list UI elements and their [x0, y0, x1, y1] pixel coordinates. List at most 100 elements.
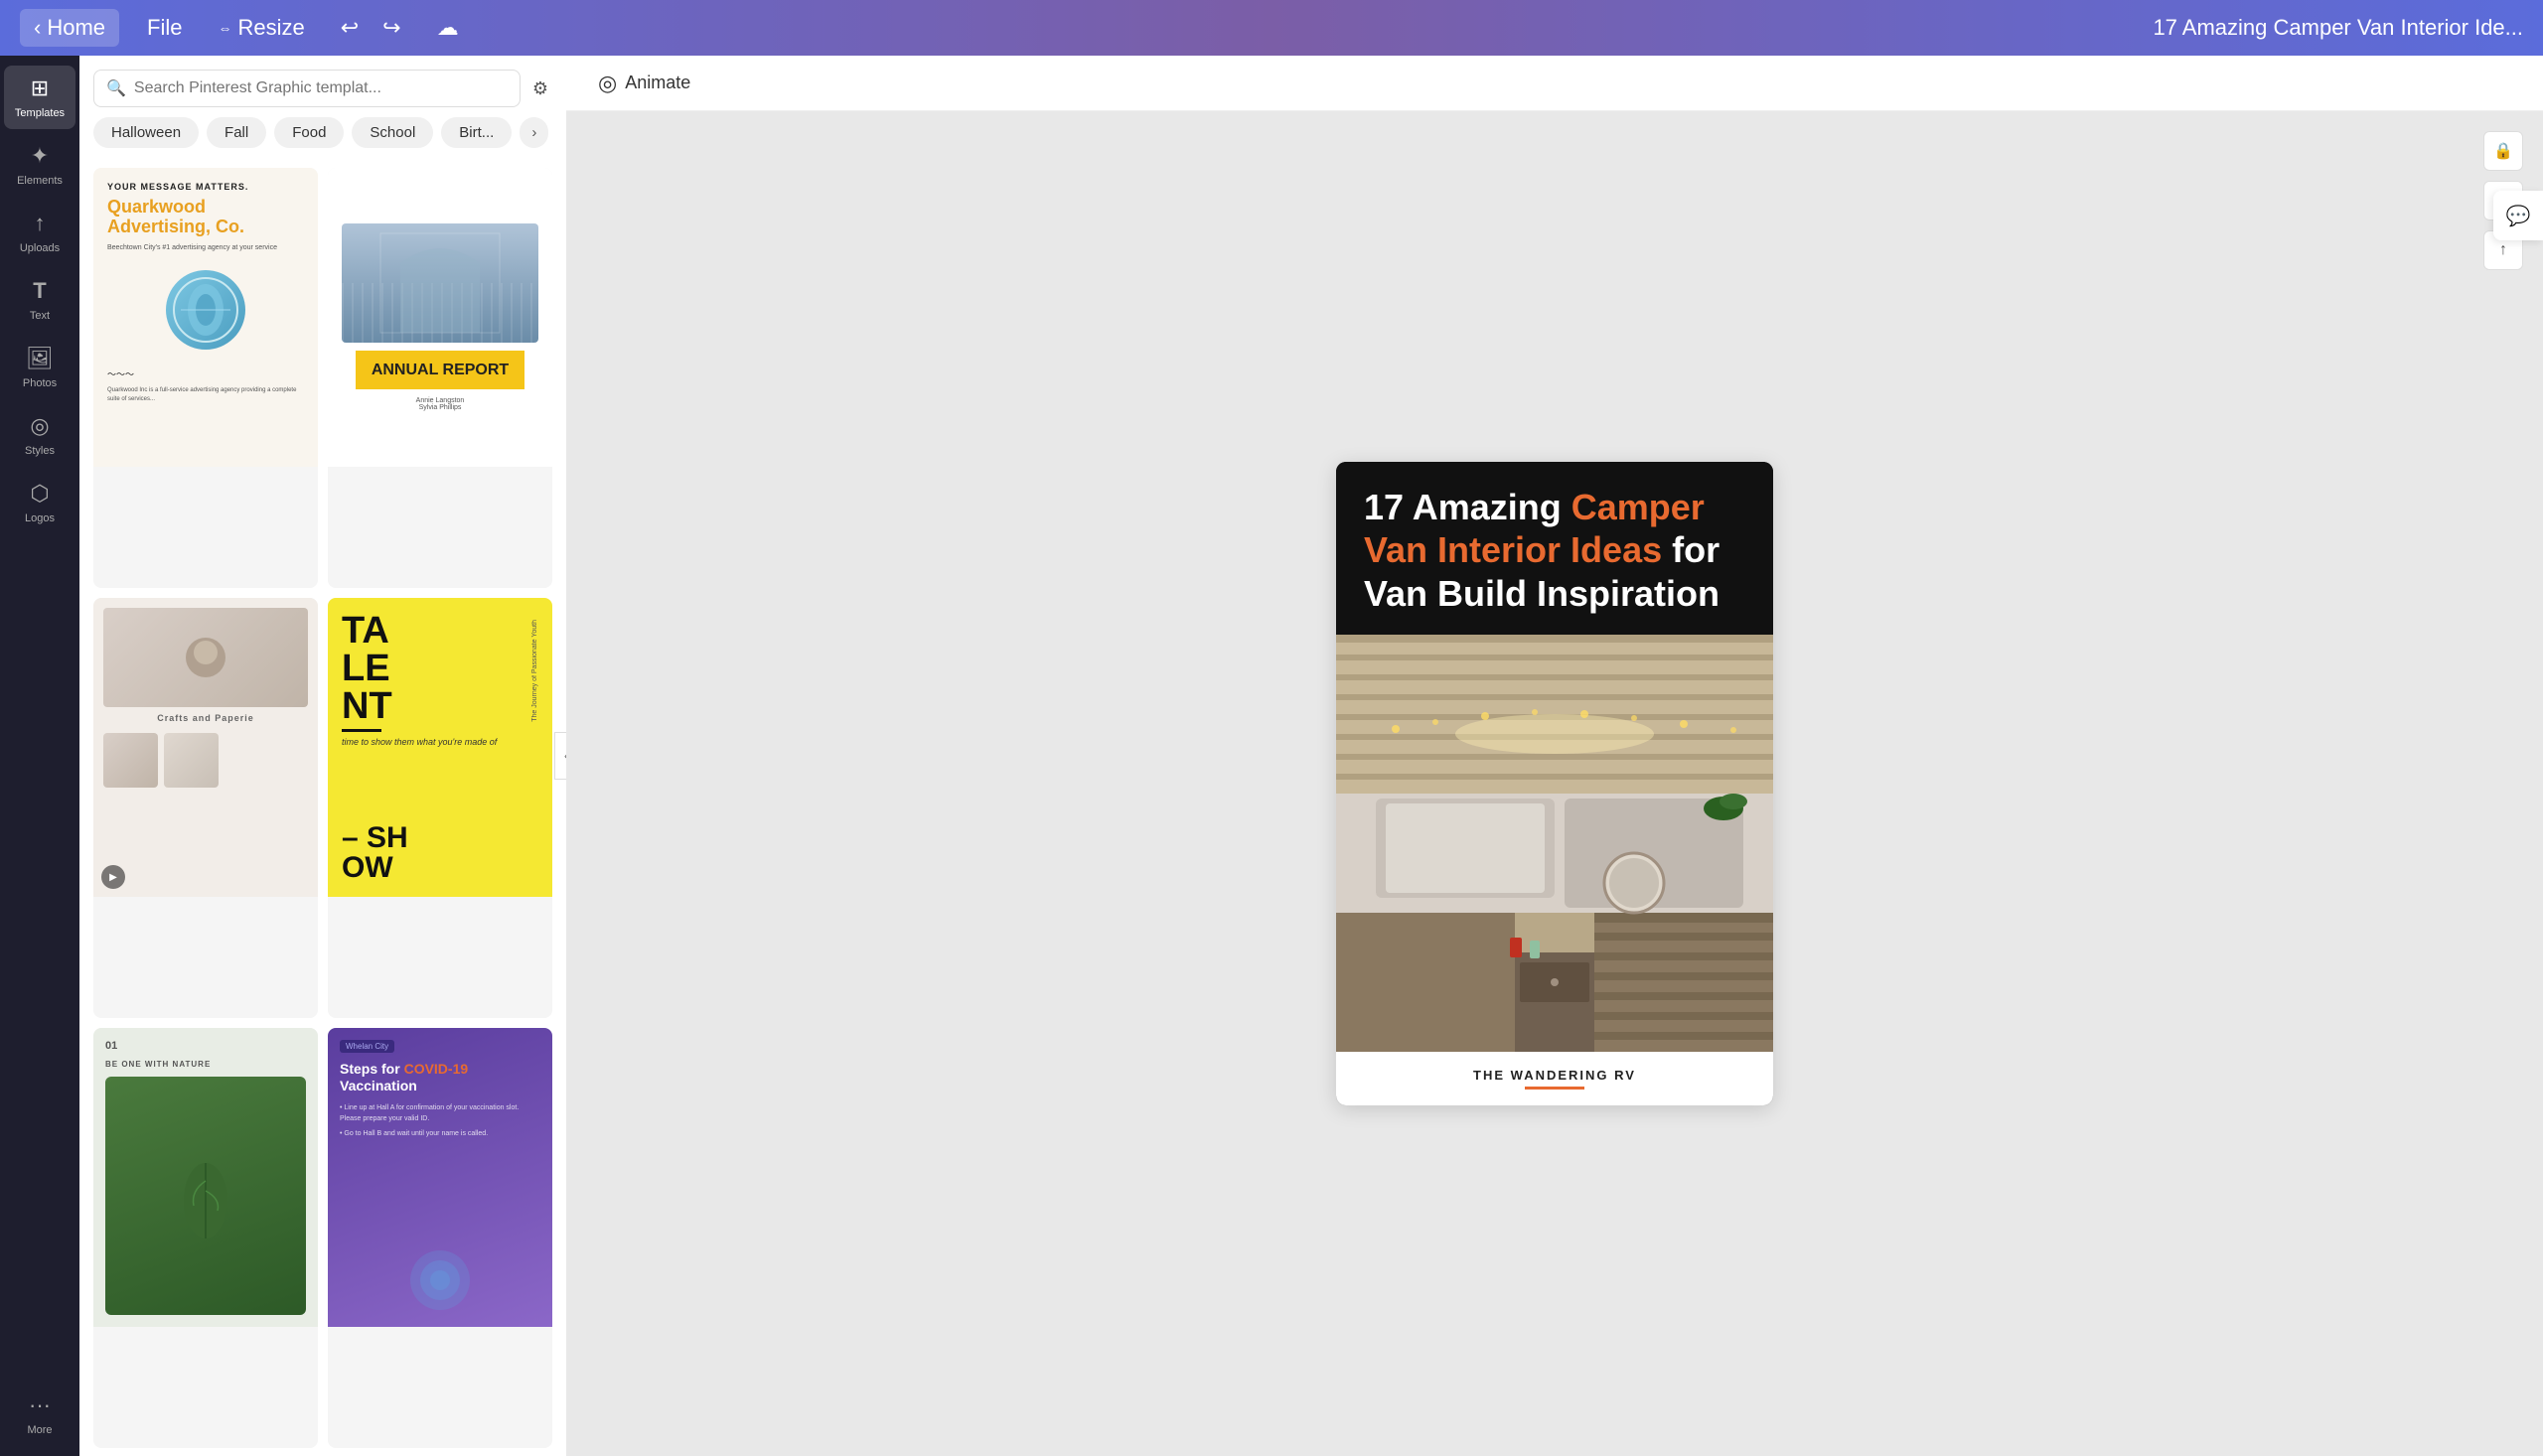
quarkwood-company: Quarkwood Advertising, Co.	[107, 198, 304, 237]
animate-icon: ◎	[598, 71, 617, 96]
tpl-annual-content: ANNUAL REPORT Annie Langston Sylvia Phil…	[328, 168, 552, 467]
pcard-title-line2: Van Interior Ideas	[1364, 529, 1662, 570]
document-title: 17 Amazing Camper Van Interior Ide...	[2153, 15, 2523, 41]
templates-grid: YOUR MESSAGE MATTERS. Quarkwood Advertis…	[79, 160, 566, 1456]
quarkwood-circle	[166, 270, 245, 350]
topbar-left: ‹ Home File ⇔ Resize ↩ ↪ ☁	[20, 9, 467, 47]
text-icon: T	[33, 278, 46, 304]
pcard-footer: THE WANDERING RV	[1336, 1052, 1773, 1105]
share-icon: ↑	[2499, 241, 2507, 259]
file-label: File	[147, 15, 182, 41]
sidebar-item-elements-label: Elements	[17, 175, 63, 187]
sidebar-icons: ⊞ Templates ✦ Elements ↑ Uploads T Text …	[0, 56, 79, 1456]
template-card-quarkwood[interactable]: YOUR MESSAGE MATTERS. Quarkwood Advertis…	[93, 168, 318, 588]
sidebar-item-text-label: Text	[30, 310, 50, 322]
tag-halloween[interactable]: Halloween	[93, 117, 199, 148]
chat-panel-button[interactable]: 💬	[2493, 191, 2543, 240]
pcard-title-orange: Camper	[1571, 487, 1705, 527]
tag-school[interactable]: School	[352, 117, 433, 148]
pcard-title-line3: Van Build Inspiration	[1364, 573, 1720, 614]
nature-tagline: BE ONE WITH NATURE	[105, 1060, 306, 1069]
sidebar-item-styles[interactable]: ◎ Styles	[4, 403, 75, 467]
resize-icon: ⇔	[218, 20, 231, 36]
cloud-icon: ☁	[437, 15, 459, 40]
pcard-footer-title: THE WANDERING RV	[1360, 1068, 1749, 1083]
talent-show-text: – SHOW	[342, 823, 538, 883]
styles-icon: ◎	[30, 413, 49, 439]
filter-button[interactable]: ⚙	[528, 74, 552, 103]
tag-fall[interactable]: Fall	[207, 117, 266, 148]
undo-button[interactable]: ↩	[333, 11, 367, 45]
redo-button[interactable]: ↪	[374, 11, 408, 45]
search-input[interactable]	[134, 79, 508, 97]
template-card-covid[interactable]: Whelan City Steps for COVID-19 Vaccinati…	[328, 1028, 552, 1448]
crafts-image	[103, 608, 308, 707]
quarkwood-tagline: Beechtown City's #1 advertising agency a…	[107, 243, 304, 253]
template-card-nature[interactable]: 01 BE ONE WITH NATURE	[93, 1028, 318, 1448]
resize-button[interactable]: ⇔ Resize	[210, 11, 312, 45]
sidebar-item-logos-label: Logos	[25, 512, 55, 524]
save-cloud-button[interactable]: ☁	[429, 11, 467, 45]
quarkwood-wave: 〜〜〜	[107, 367, 304, 380]
tag-row: Halloween Fall Food School Birt... ›	[79, 117, 566, 160]
template-card-talent[interactable]: TALENT time to show them what you're mad…	[328, 598, 552, 1018]
pinterest-card: 17 Amazing Camper Van Interior Ideas for…	[1336, 462, 1773, 1105]
back-button[interactable]: ‹ Home	[20, 9, 119, 47]
pcard-title-line1: 17 Amazing	[1364, 487, 1571, 527]
animate-button[interactable]: ◎ Animate	[586, 65, 702, 102]
pcard-footer-underline	[1525, 1087, 1584, 1090]
sidebar-item-photos[interactable]: 🖼 Photos	[4, 336, 75, 399]
logos-icon: ⬡	[30, 481, 49, 507]
sidebar-item-styles-label: Styles	[25, 445, 55, 457]
panel-collapse-handle[interactable]: ‹	[554, 732, 566, 780]
tpl-crafts-content: Crafts and Paperie	[93, 598, 318, 897]
canvas-body: 🔒 ⧉ ↑ 17 Amazing Camper Van Interior Ide…	[566, 111, 2543, 1456]
sidebar-item-more[interactable]: ··· More	[4, 1383, 75, 1446]
tpl-covid-content: Whelan City Steps for COVID-19 Vaccinati…	[328, 1028, 552, 1327]
search-input-wrap[interactable]: 🔍	[93, 70, 521, 107]
photos-icon: 🖼	[26, 346, 54, 371]
sidebar-item-templates-label: Templates	[15, 107, 65, 119]
talent-desc: time to show them what you're made of	[342, 736, 527, 750]
covid-highlight: COVID-19	[404, 1061, 469, 1077]
sidebar-item-text[interactable]: T Text	[4, 268, 75, 332]
covid-title: Steps for COVID-19 Vaccination	[340, 1061, 540, 1094]
pcard-photo	[1336, 635, 1773, 1052]
sidebar-item-uploads[interactable]: ↑ Uploads	[4, 201, 75, 264]
tag-food[interactable]: Food	[274, 117, 344, 148]
back-icon: ‹	[34, 15, 41, 41]
covid-tag: Whelan City	[340, 1040, 394, 1053]
nature-leaf-image	[105, 1077, 306, 1315]
sidebar-item-uploads-label: Uploads	[20, 242, 60, 254]
annual-meta: Annie Langston Sylvia Phillips	[416, 397, 465, 411]
undo-redo-group: ↩ ↪	[333, 11, 409, 45]
collapse-icon: ‹	[564, 749, 566, 763]
left-panel: 🔍 ⚙ Halloween Fall Food School Birt... ›…	[79, 56, 566, 1456]
talent-big-text: TALENT	[342, 612, 527, 725]
tag-more-button[interactable]: ›	[520, 117, 548, 148]
sidebar-item-elements[interactable]: ✦ Elements	[4, 133, 75, 197]
covid-bullets: • Line up at Hall A for confirmation of …	[340, 1102, 540, 1140]
sidebar-item-more-label: More	[27, 1424, 52, 1436]
template-card-annual[interactable]: ANNUAL REPORT Annie Langston Sylvia Phil…	[328, 168, 552, 588]
tpl-talent-content: TALENT time to show them what you're mad…	[328, 598, 552, 897]
quarkwood-eyebrow: YOUR MESSAGE MATTERS.	[107, 182, 304, 192]
tag-birthday[interactable]: Birt...	[441, 117, 512, 148]
sidebar-item-photos-label: Photos	[23, 377, 57, 389]
sidebar-item-logos[interactable]: ⬡ Logos	[4, 471, 75, 534]
template-card-crafts[interactable]: Crafts and Paperie ▶	[93, 598, 318, 1018]
quarkwood-body: Quarkwood Inc is a full-service advertis…	[107, 386, 304, 403]
tpl-nature-content: 01 BE ONE WITH NATURE	[93, 1028, 318, 1327]
main-layout: ⊞ Templates ✦ Elements ↑ Uploads T Text …	[0, 56, 2543, 1456]
animate-label: Animate	[625, 73, 690, 93]
templates-icon: ⊞	[31, 75, 49, 101]
resize-label: Resize	[237, 15, 304, 41]
pcard-title-suffix: for	[1662, 529, 1720, 570]
nature-num: 01	[105, 1040, 306, 1052]
uploads-icon: ↑	[35, 211, 46, 236]
sidebar-item-templates[interactable]: ⊞ Templates	[4, 66, 75, 129]
search-icon: 🔍	[106, 78, 126, 98]
pcard-title: 17 Amazing Camper Van Interior Ideas for…	[1364, 486, 1745, 615]
file-button[interactable]: File	[139, 11, 190, 45]
lock-button[interactable]: 🔒	[2483, 131, 2523, 171]
